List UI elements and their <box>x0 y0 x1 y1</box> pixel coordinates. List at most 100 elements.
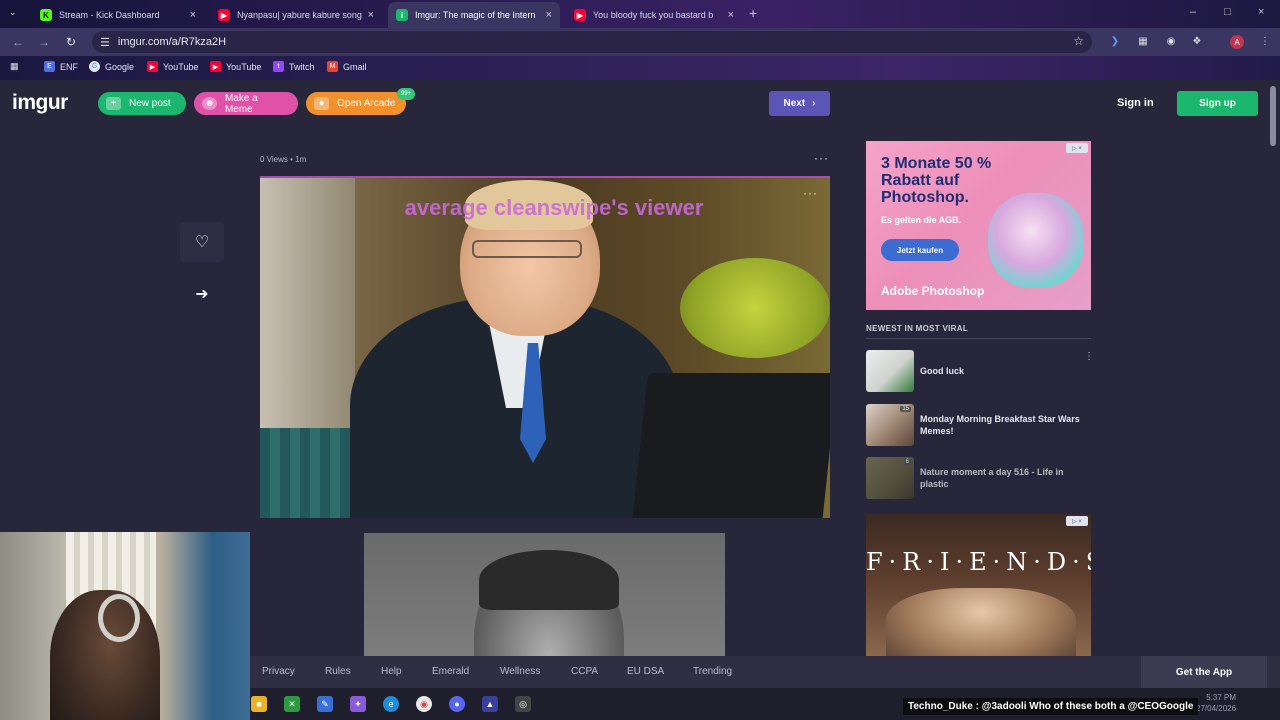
new-post-button[interactable]: + New post <box>98 92 186 115</box>
ad-artwork <box>988 193 1084 288</box>
footer-link-rules[interactable]: Rules <box>325 666 351 677</box>
forward-arrow-icon[interactable]: → <box>38 35 50 49</box>
ad-people-image <box>886 588 1076 659</box>
bookmark-gmail[interactable]: M Gmail <box>327 61 367 72</box>
clock-date: 27/04/2026 <box>1196 704 1237 713</box>
xbox-icon[interactable]: ✕ <box>284 696 300 712</box>
extensions-puzzle-icon[interactable]: ❖ <box>1190 34 1204 48</box>
tab-kick-dashboard[interactable]: K Stream - Kick Dashboard × <box>32 2 204 28</box>
image-count-badge: 6 <box>903 459 911 465</box>
close-icon[interactable]: × <box>546 9 552 21</box>
post-image[interactable]: average cleanswipe's viewer ··· <box>260 176 830 518</box>
post-image-second[interactable] <box>364 533 725 658</box>
back-arrow-icon[interactable]: ← <box>12 35 24 49</box>
url-text[interactable]: imgur.com/a/R7kza2H <box>118 36 226 48</box>
edge-icon[interactable]: e <box>383 696 399 712</box>
tab-nyanpasu[interactable]: ▶ Nyanpasu| yabure kabure song × <box>210 2 382 28</box>
window-close-icon[interactable]: × <box>1258 6 1264 18</box>
reload-icon[interactable]: ↻ <box>66 35 76 49</box>
make-meme-label: Make a Meme <box>224 92 258 115</box>
viral-item[interactable]: 6 Nature moment a day 516 - Life in plas… <box>866 457 1091 499</box>
youtube-icon: ▶ <box>210 61 221 72</box>
scroll-handle-icon[interactable]: ⋮ <box>1084 351 1094 362</box>
viral-item[interactable]: Good luck <box>866 350 1091 392</box>
apps-grid-icon[interactable]: ▦ <box>10 61 19 72</box>
viral-title: Good luck <box>920 366 965 376</box>
pen-app-icon[interactable]: ✎ <box>317 696 333 712</box>
make-meme-button[interactable]: ☻ Make a Meme <box>194 92 298 115</box>
extension-icon[interactable]: ◉ <box>1164 34 1178 48</box>
viral-item[interactable]: 15 Monday Morning Breakfast Star Wars Me… <box>866 404 1091 446</box>
open-arcade-button[interactable]: ● Open Arcade <box>306 92 406 115</box>
close-icon[interactable]: × <box>728 9 734 21</box>
imgur-logo[interactable]: imgur <box>12 91 68 115</box>
image-options-icon[interactable]: ··· <box>803 186 818 200</box>
plus-icon: + <box>106 97 121 110</box>
page-scrollbar[interactable] <box>1270 86 1276 146</box>
bookmark-star-icon[interactable]: ☆ <box>1073 34 1084 48</box>
share-button[interactable]: ➜ <box>188 282 216 306</box>
footer-link-privacy[interactable]: Privacy <box>262 666 295 677</box>
friends-ad[interactable]: F·R·I·E·N·D·S ▷ × <box>866 514 1091 659</box>
get-the-app-button[interactable]: Get the App <box>1141 656 1267 688</box>
browser-menu-icon[interactable]: ⋮ <box>1258 34 1272 48</box>
clock-time: 5:37 PM <box>1206 693 1237 702</box>
app-icon[interactable]: ▲ <box>482 696 498 712</box>
youtube-icon: ▶ <box>218 9 230 21</box>
post-options-icon[interactable]: ··· <box>814 151 829 165</box>
webcam-overlay <box>0 532 250 720</box>
post-meta: 0 Views • 1m <box>260 155 307 164</box>
favorite-button[interactable]: ♡ <box>180 222 224 262</box>
footer-link-wellness[interactable]: Wellness <box>500 666 540 677</box>
address-bar[interactable]: ☰ imgur.com/a/R7kza2H ☆ <box>92 31 1092 53</box>
tab-youtube-video[interactable]: ▶ You bloody fuck you bastard b × <box>566 2 742 28</box>
youtube-icon: ▶ <box>147 61 158 72</box>
tab-search-icon[interactable]: ⌄ <box>9 7 17 18</box>
tab-title: Stream - Kick Dashboard <box>59 10 160 20</box>
footer-link-ccpa[interactable]: CCPA <box>571 666 598 677</box>
footer-link-emerald[interactable]: Emerald <box>432 666 469 677</box>
adchoices-icon[interactable]: ▷ × <box>1066 143 1088 153</box>
system-clock[interactable]: 5:37 PM 27/04/2026 <box>1196 692 1236 714</box>
bookmark-google[interactable]: G Google <box>89 61 134 72</box>
kick-icon: K <box>40 9 52 21</box>
next-post-button[interactable]: Next › <box>769 91 830 116</box>
photoshop-ad[interactable]: 3 Monate 50 % Rabatt auf Photoshop. Es g… <box>866 141 1091 310</box>
copilot-icon[interactable]: ✦ <box>350 696 366 712</box>
close-icon[interactable]: × <box>190 9 196 21</box>
adchoices-icon[interactable]: ▷ × <box>1066 516 1088 526</box>
bookmark-youtube[interactable]: ▶ YouTube <box>210 61 261 72</box>
new-tab-icon[interactable]: + <box>749 5 757 21</box>
gamepad-icon: ● <box>314 97 329 110</box>
ad-subtext: Es gelten die AGB. <box>881 215 962 225</box>
sign-in-link[interactable]: Sign in <box>1117 97 1154 109</box>
footer-link-trending[interactable]: Trending <box>693 666 732 677</box>
footer-link-eu-dsa[interactable]: EU DSA <box>627 666 664 677</box>
sign-up-button[interactable]: Sign up <box>1177 91 1258 116</box>
bookmark-youtube[interactable]: ▶ YouTube <box>147 61 198 72</box>
bookmark-twitch[interactable]: t Twitch <box>273 61 315 72</box>
meme-face-icon: ☻ <box>202 97 217 110</box>
chrome-icon[interactable]: ◉ <box>416 696 432 712</box>
bookmark-label: Gmail <box>343 61 367 72</box>
extension-icon[interactable]: ▦ <box>1136 34 1150 48</box>
file-explorer-icon[interactable]: ■ <box>251 696 267 712</box>
bookmark-enf[interactable]: E ENF <box>44 61 78 72</box>
browser-tab-strip: ⌄ K Stream - Kick Dashboard × ▶ Nyanpasu… <box>0 0 1280 28</box>
headphones-icon <box>98 594 140 642</box>
tab-imgur[interactable]: i Imgur: The magic of the Intern × <box>388 2 560 28</box>
extension-icon[interactable]: ❯ <box>1108 34 1122 48</box>
divider <box>866 338 1091 339</box>
site-info-icon[interactable]: ☰ <box>100 36 110 49</box>
close-icon[interactable]: × <box>368 9 374 21</box>
footer-link-help[interactable]: Help <box>381 666 402 677</box>
twitch-icon: t <box>273 61 284 72</box>
enf-icon: E <box>44 61 55 72</box>
ad-cta-button[interactable]: Jetzt kaufen <box>881 239 959 261</box>
obs-icon[interactable]: ◎ <box>515 696 531 712</box>
profile-avatar[interactable]: A <box>1230 35 1244 49</box>
discord-icon[interactable]: ● <box>449 696 465 712</box>
imgur-icon: i <box>396 9 408 21</box>
minimize-icon[interactable]: – <box>1190 6 1196 18</box>
maximize-icon[interactable]: □ <box>1224 6 1231 18</box>
